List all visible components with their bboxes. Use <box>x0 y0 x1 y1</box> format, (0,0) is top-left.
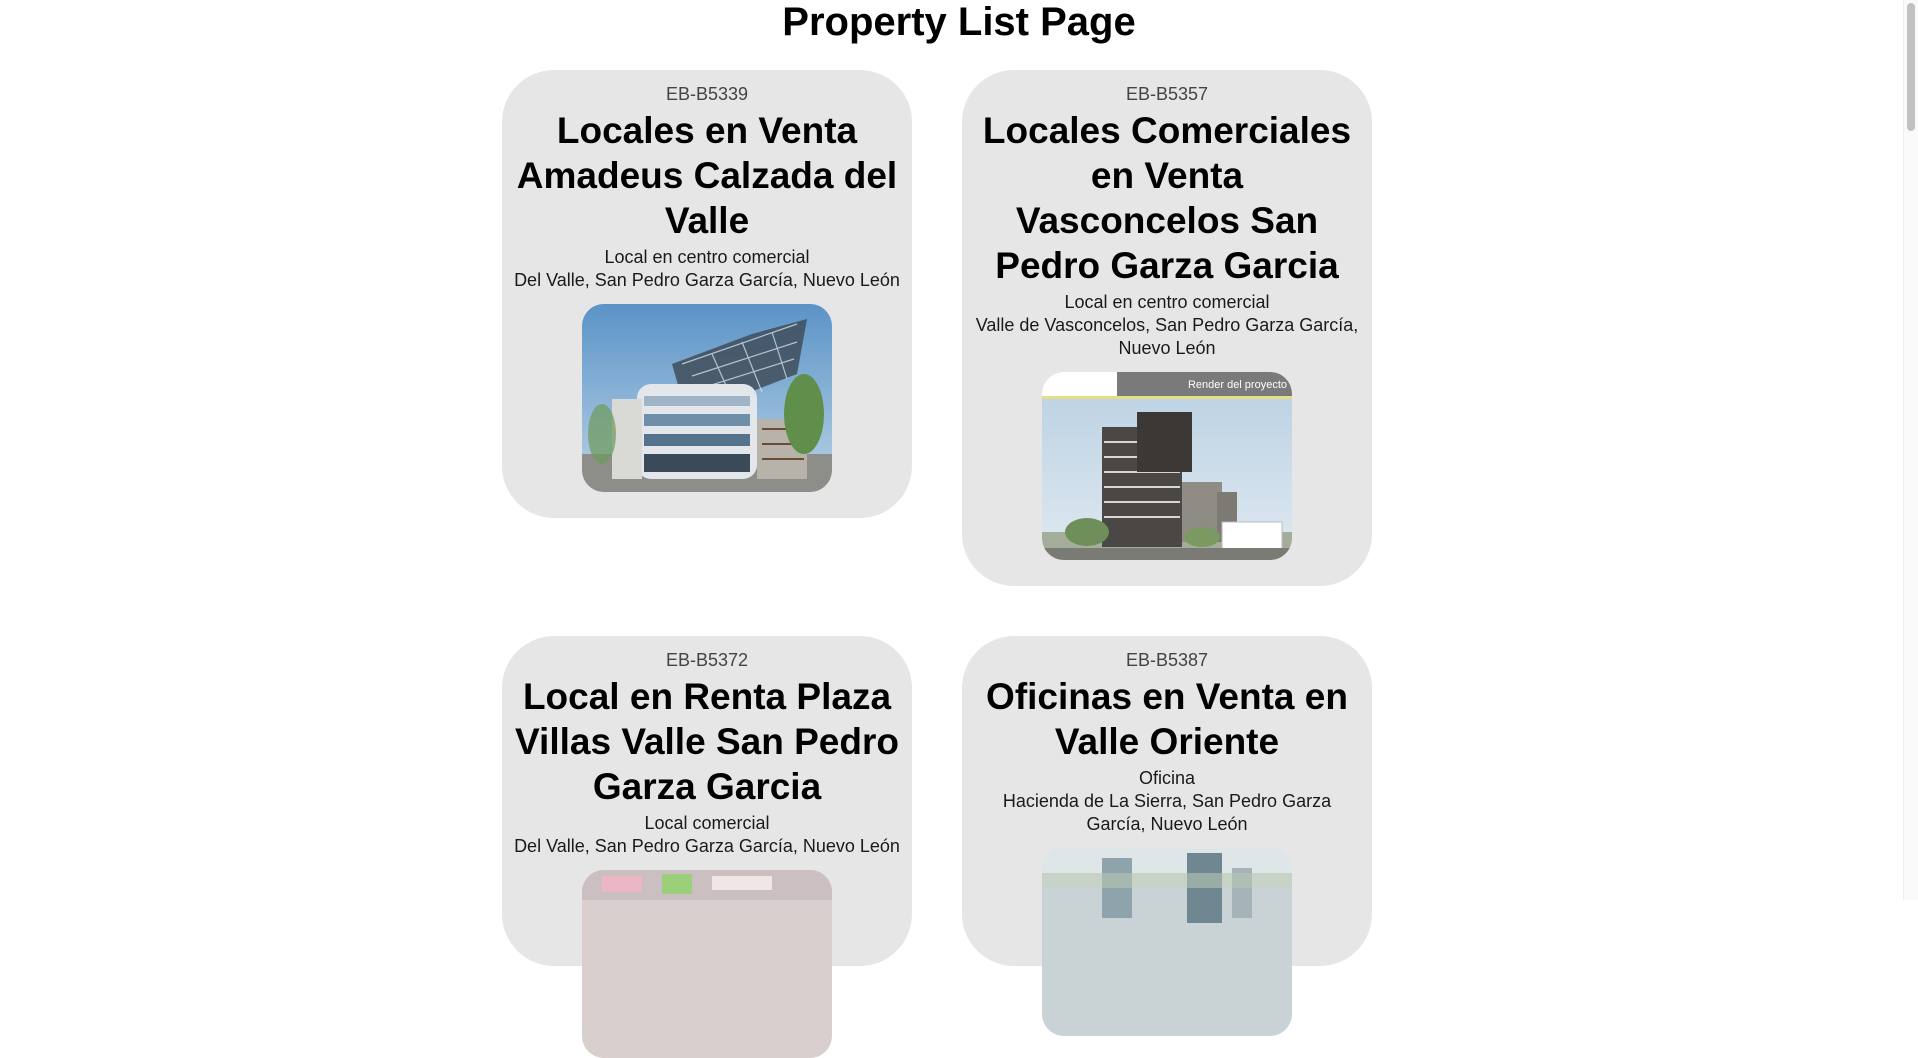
property-card[interactable]: EB-B5387 Oficinas en Venta en Valle Orie… <box>962 636 1372 1036</box>
property-type: Local en centro comercial <box>604 247 810 267</box>
property-location: Valle de Vasconcelos, San Pedro Garza Ga… <box>975 315 1359 358</box>
property-code: EB-B5387 <box>1125 650 1209 670</box>
image-caption: Render del proyecto <box>1188 379 1287 391</box>
property-title[interactable]: Local en Renta Plaza Villas Valle San Pe… <box>514 674 900 809</box>
property-photo[interactable] <box>582 304 832 492</box>
property-card[interactable]: EB-B5357 Locales Comerciales en Venta Va… <box>962 70 1372 586</box>
property-type: Local en centro comercial <box>1064 292 1270 312</box>
property-code: EB-B5357 <box>1125 84 1209 104</box>
property-location: Hacienda de La Sierra, San Pedro Garza G… <box>1002 791 1332 834</box>
page-title: Property List Page <box>782 0 1136 44</box>
page-scrollbar[interactable] <box>1903 0 1918 900</box>
property-title[interactable]: Oficinas en Venta en Valle Oriente <box>974 674 1360 764</box>
property-location: Del Valle, San Pedro Garza García, Nuevo… <box>514 270 900 290</box>
property-photo[interactable] <box>582 870 832 1058</box>
property-type: Local comercial <box>644 813 770 833</box>
property-card[interactable]: EB-B5339 Locales en Venta Amadeus Calzad… <box>502 70 912 518</box>
property-card[interactable]: EB-B5372 Local en Renta Plaza Villas Val… <box>502 636 912 1058</box>
scrollbar-thumb[interactable] <box>1907 3 1915 131</box>
property-code: EB-B5339 <box>665 84 749 104</box>
property-photo[interactable] <box>1042 848 1292 1036</box>
property-photo[interactable]: Render del proyecto <box>1042 372 1292 560</box>
property-title[interactable]: Locales Comerciales en Venta Vasconcelos… <box>974 108 1360 288</box>
property-code: EB-B5372 <box>665 650 749 670</box>
property-title[interactable]: Locales en Venta Amadeus Calzada del Val… <box>514 108 900 243</box>
property-type: Oficina <box>1138 768 1196 788</box>
property-location: Del Valle, San Pedro Garza García, Nuevo… <box>514 836 900 856</box>
